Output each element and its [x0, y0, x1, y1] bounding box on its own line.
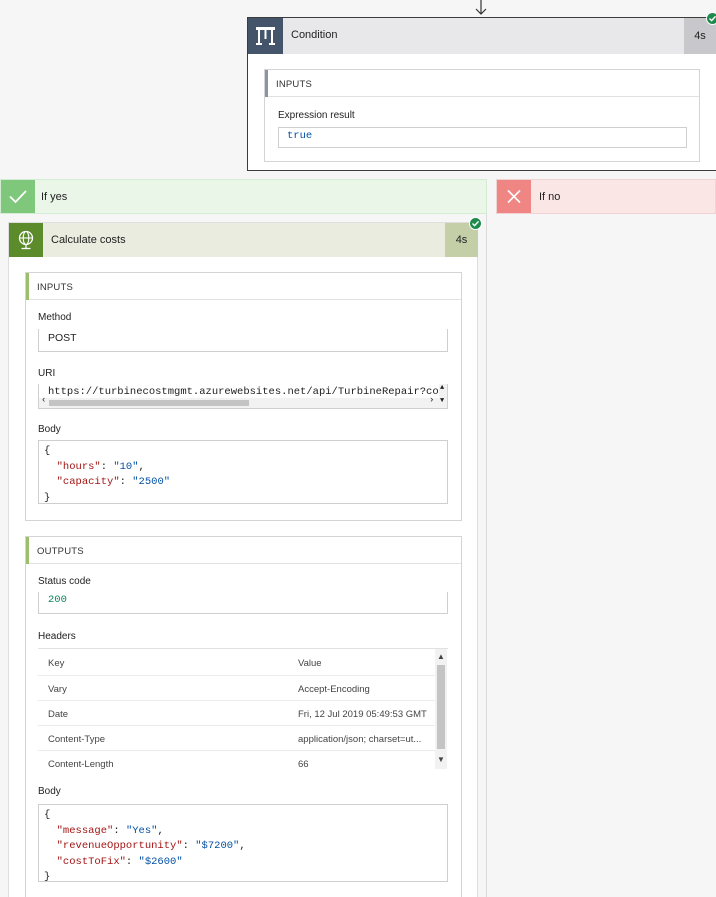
uri-label: URI — [38, 368, 56, 379]
condition-title: Condition — [291, 29, 338, 41]
condition-icon — [248, 18, 283, 54]
checkmark-icon — [1, 180, 35, 213]
table-row: Content-Type application/json; charset=u… — [38, 726, 435, 751]
json-line: "revenueOpportunity": "$7200", — [56, 840, 246, 852]
table-row: Date Fri, 12 Jul 2019 05:49:53 GMT — [38, 701, 435, 726]
headers-label: Headers — [38, 631, 76, 642]
success-check-icon — [706, 12, 716, 25]
action-inputs-section: INPUTS Method POST URI https://turbineco… — [25, 272, 462, 521]
table-row: Content-Length 66 — [48, 759, 309, 770]
calculate-costs-card[interactable]: Calculate costs 4s INPUTS Method POST UR… — [8, 217, 482, 897]
condition-card[interactable]: Condition 4s INPUTS Expression result tr… — [247, 12, 716, 171]
json-line: "costToFix": "$2600" — [56, 855, 183, 868]
connector-arrow-icon — [475, 0, 487, 15]
outputs-body-label: Body — [38, 786, 61, 797]
scrollbar-thumb[interactable] — [49, 400, 249, 406]
action-inputs-header: INPUTS — [26, 273, 461, 300]
table-row: Vary Accept-Encoding — [38, 676, 435, 701]
scroll-up-icon[interactable]: ▲ — [437, 652, 445, 661]
globe-icon — [9, 223, 43, 257]
scroll-down-icon[interactable]: ▼ — [437, 755, 445, 764]
uri-vertical-scrollbar[interactable]: ▲ ▼ — [439, 384, 447, 408]
if-no-label: If no — [539, 191, 561, 203]
expression-result-label: Expression result — [278, 110, 355, 121]
json-line: "hours": "10", — [56, 460, 145, 473]
json-line: "capacity": "2500" — [56, 476, 171, 488]
headers-vertical-scrollbar[interactable]: ▲ ▼ — [435, 649, 447, 769]
expression-result-field[interactable]: true — [278, 127, 687, 148]
if-no-branch-header[interactable]: If no — [496, 179, 716, 214]
condition-inputs-section: INPUTS Expression result true — [264, 69, 700, 162]
headers-table-header: Key Value — [38, 649, 435, 676]
scroll-right-icon[interactable]: › — [429, 395, 434, 405]
action-outputs-header: OUTPUTS — [26, 537, 461, 564]
uri-horizontal-scrollbar[interactable]: ‹ › — [39, 395, 439, 408]
status-code-field[interactable]: 200 — [38, 592, 448, 614]
if-yes-label: If yes — [41, 191, 68, 203]
json-line: "message": "Yes", — [56, 824, 164, 837]
uri-field[interactable]: https://turbinecostmgmt.azurewebsites.ne… — [38, 384, 448, 409]
inputs-body-field[interactable]: { "hours": "10", "capacity": "2500" } — [38, 440, 448, 504]
headers-table[interactable]: Key Value Vary Accept-Encoding Date Fri,… — [38, 648, 448, 770]
scrollbar-thumb[interactable] — [437, 665, 445, 749]
status-code-label: Status code — [38, 576, 91, 587]
calculate-costs-title: Calculate costs — [51, 234, 126, 246]
scroll-left-icon[interactable]: ‹ — [41, 395, 46, 405]
scroll-down-icon[interactable]: ▼ — [440, 397, 444, 405]
inputs-body-label: Body — [38, 424, 61, 435]
if-yes-branch-header[interactable]: If yes — [0, 179, 487, 214]
outputs-body-field[interactable]: { "message": "Yes", "revenueOpportunity"… — [38, 804, 448, 883]
scroll-up-icon[interactable]: ▲ — [440, 384, 444, 392]
condition-inputs-header: INPUTS — [265, 70, 699, 97]
calculate-costs-header[interactable]: Calculate costs 4s — [9, 223, 478, 257]
method-label: Method — [38, 312, 72, 323]
close-icon — [497, 180, 531, 213]
success-check-icon — [469, 217, 482, 230]
action-outputs-section: OUTPUTS Status code 200 Headers Key Valu… — [25, 536, 462, 897]
method-field[interactable]: POST — [38, 329, 448, 352]
condition-header[interactable]: Condition 4s — [248, 18, 716, 54]
